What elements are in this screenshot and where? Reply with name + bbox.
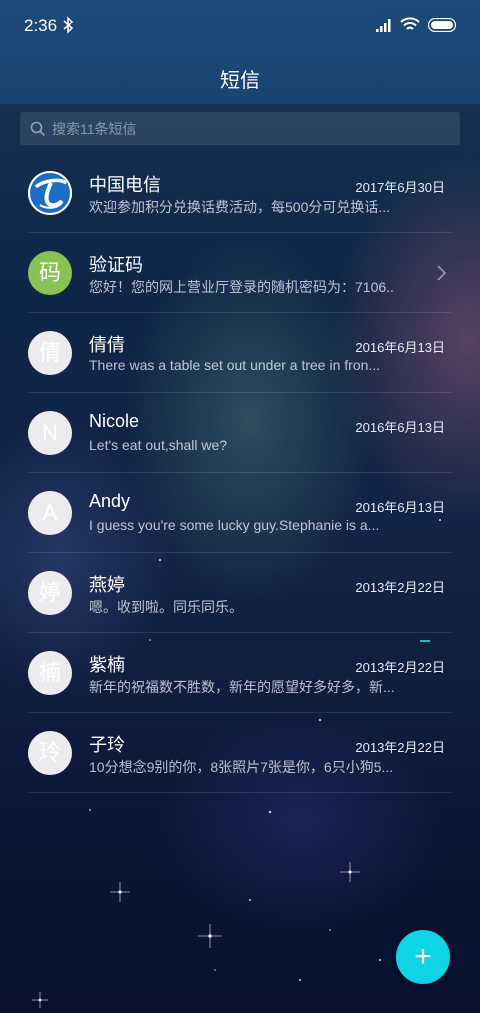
contact-name: 燕婷: [89, 575, 125, 595]
conversation-item[interactable]: 中国电信 2017年6月30日 欢迎参加积分兑换话费活动，每500分可兑换话..…: [0, 153, 480, 233]
avatar: A: [28, 491, 72, 535]
message-snippet: 嗯。收到啦。同乐同乐。: [89, 599, 243, 615]
app-header: 2:36 短信: [0, 0, 480, 104]
page-title: 短信: [220, 70, 260, 92]
message-date: 2016年6月13日: [355, 420, 445, 435]
contact-name: 验证码: [89, 255, 143, 275]
message-date: 2016年6月13日: [355, 340, 445, 355]
conversation-item[interactable]: 婷 燕婷 2013年2月22日 嗯。收到啦。同乐同乐。: [0, 553, 480, 633]
message-date: 2013年2月22日: [355, 660, 445, 675]
message-snippet: I guess you're some lucky guy.Stephanie …: [89, 517, 380, 533]
contact-name: Andy: [89, 491, 131, 511]
avatar: 楠: [28, 651, 72, 695]
message-date: 2017年6月30日: [355, 180, 445, 195]
contact-name: 紫楠: [89, 655, 125, 675]
message-snippet: 新年的祝福数不胜数，新年的愿望好多好多，新...: [89, 679, 394, 695]
contact-name: 中国电信: [89, 175, 161, 195]
conversation-item[interactable]: N Nicole 2016年6月13日 Let's eat out,shall …: [0, 393, 480, 473]
signal-icon: [376, 19, 391, 32]
chevron-right-icon: [437, 265, 446, 281]
avatar: 婷: [28, 571, 72, 615]
avatar: 玲: [28, 731, 72, 775]
wifi-icon: [400, 17, 420, 30]
avatar: 倩: [28, 331, 72, 375]
message-snippet: 您好！您的网上营业厅登录的随机密码为：7106...: [89, 279, 394, 295]
conversation-item[interactable]: 楠 紫楠 2013年2月22日 新年的祝福数不胜数，新年的愿望好多好多，新...: [0, 633, 480, 713]
search-icon: [30, 121, 46, 137]
divider: [28, 792, 452, 793]
plus-icon: +: [414, 940, 432, 973]
conversation-item[interactable]: 码 验证码 您好！您的网上营业厅登录的随机密码为：7106...: [0, 233, 480, 313]
message-date: 2013年2月22日: [355, 580, 445, 595]
search-bar[interactable]: [20, 112, 460, 145]
scroll-indicator: [420, 640, 430, 642]
conversation-item[interactable]: 倩 倩倩 2016年6月13日 There was a table set ou…: [0, 313, 480, 393]
message-snippet: 欢迎参加积分兑换话费活动，每500分可兑换话...: [89, 199, 391, 215]
message-snippet: 10分想念9别的你，8张照片7张是你，6只小狗5...: [89, 759, 394, 775]
new-message-button[interactable]: +: [396, 930, 450, 984]
status-time: 2:36: [24, 16, 58, 35]
avatar: N: [28, 411, 72, 455]
avatar: 码: [28, 251, 72, 295]
bluetooth-icon: [63, 16, 74, 34]
conversation-item[interactable]: A Andy 2016年6月13日 I guess you're some lu…: [0, 473, 480, 553]
message-date: 2016年6月13日: [355, 500, 445, 515]
message-snippet: There was a table set out under a tree i…: [89, 357, 381, 373]
message-date: 2013年2月22日: [355, 740, 445, 755]
message-snippet: Let's eat out,shall we?: [89, 437, 228, 453]
status-bar: 2:36: [0, 0, 480, 52]
search-input[interactable]: [52, 112, 452, 145]
china-telecom-logo: [28, 171, 72, 215]
conversation-list: 中国电信 2017年6月30日 欢迎参加积分兑换话费活动，每500分可兑换话..…: [0, 153, 480, 793]
contact-name: 子玲: [89, 735, 125, 755]
battery-icon: [428, 18, 457, 32]
conversation-item[interactable]: 玲 子玲 2013年2月22日 10分想念9别的你，8张照片7张是你，6只小狗5…: [0, 713, 480, 793]
contact-name: 倩倩: [89, 335, 125, 355]
contact-name: Nicole: [89, 411, 140, 431]
